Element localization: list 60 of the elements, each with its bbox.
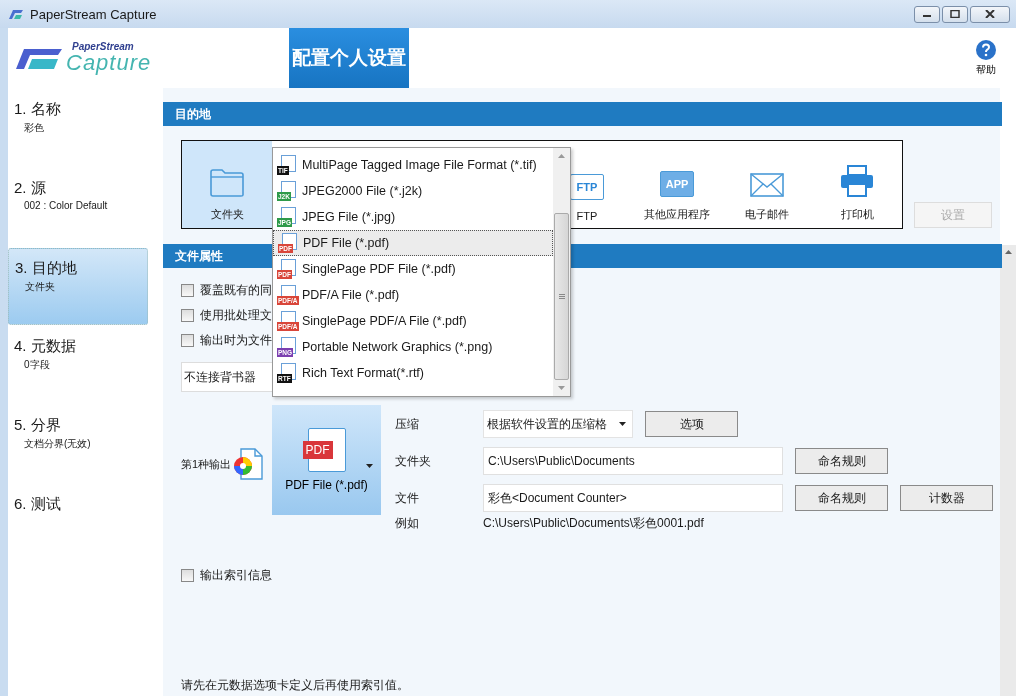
folder-path-field[interactable]: C:\Users\Public\Documents (483, 447, 783, 475)
field-label: 文件 (395, 489, 420, 507)
minimize-button[interactable] (914, 5, 940, 23)
step-item[interactable]: 5. 分界 文档分界(无效) (8, 406, 148, 483)
scroll-up-icon (1004, 250, 1012, 254)
app-icon (8, 7, 24, 21)
naming-rule-button[interactable]: 命名规则 (795, 448, 888, 474)
destination-option[interactable]: 文件夹 (182, 141, 272, 228)
checkbox[interactable] (181, 334, 194, 347)
field-label: 压缩 (395, 415, 420, 433)
output-label: 第1种输出 (181, 456, 232, 472)
window-title: PaperStream Capture (30, 6, 157, 22)
caret-icon (619, 422, 626, 426)
destination-option[interactable]: 电子邮件 (722, 141, 812, 228)
maximize-button[interactable] (942, 5, 968, 23)
checkbox-label: 使用批处理文 (200, 307, 272, 324)
counter-button[interactable]: 计数器 (900, 485, 993, 511)
close-icon (985, 10, 995, 18)
destination-option[interactable]: APP 其他应用程序 (632, 141, 722, 228)
scrollbar[interactable] (1000, 245, 1016, 696)
logo: PaperStream Capture (8, 28, 289, 88)
scrollbar[interactable] (553, 148, 570, 396)
envelope-icon (750, 173, 784, 197)
grip-icon (558, 293, 565, 299)
checkbox-label: 输出时为文件 (200, 332, 272, 349)
options-button[interactable]: 选项 (645, 411, 738, 437)
printer-icon (840, 165, 874, 197)
field-label: 文件夹 (395, 452, 432, 470)
caret-icon (366, 464, 373, 468)
destination-option[interactable]: FTP FTP (542, 141, 632, 228)
checkbox-label: 覆盖既有的同 (200, 282, 272, 299)
field-label: 例如 (395, 514, 420, 532)
step-item[interactable]: 6. 测试 (8, 485, 148, 562)
naming-rule-button[interactable]: 命名规则 (795, 485, 888, 511)
app-folder-icon: APP (660, 171, 694, 197)
folder-icon (210, 169, 244, 197)
help-icon (976, 39, 996, 60)
section-header: 目的地 (163, 102, 1002, 126)
scroll-up-icon (558, 154, 565, 158)
destination-option[interactable]: 打印机 (812, 141, 902, 228)
help-button[interactable]: 帮助 (974, 28, 998, 88)
checkbox-label: 输出索引信息 (200, 567, 272, 584)
compression-dropdown[interactable]: 根据软件设置的压缩格 (483, 410, 633, 438)
close-button[interactable] (970, 5, 1010, 23)
step-item[interactable]: 4. 元数据 0字段 (8, 327, 148, 404)
step-item[interactable]: 3. 目的地 文件夹 (8, 248, 148, 325)
example-path: C:\Users\Public\Documents\彩色0001.pdf (483, 514, 704, 532)
page-title: 配置个人设置 (289, 28, 409, 88)
file-format-dropdown[interactable]: PDF PDF File (*.pdf) (272, 405, 381, 515)
maximize-icon (950, 10, 960, 18)
color-document-icon (233, 448, 264, 480)
step-item[interactable]: 1. 名称 彩色 (8, 90, 148, 167)
step-item[interactable]: 2. 源 002 : Color Default (8, 169, 148, 246)
checkbox[interactable] (181, 309, 194, 322)
ftp-folder-icon: FTP (570, 174, 604, 200)
scroll-down-icon (558, 386, 565, 390)
checkbox[interactable] (181, 569, 194, 582)
checkbox[interactable] (181, 284, 194, 297)
hint-text: 请先在元数据选项卡定义后再使用索引值。 (181, 677, 409, 694)
file-name-field[interactable]: 彩色<Document Counter> (483, 484, 783, 512)
